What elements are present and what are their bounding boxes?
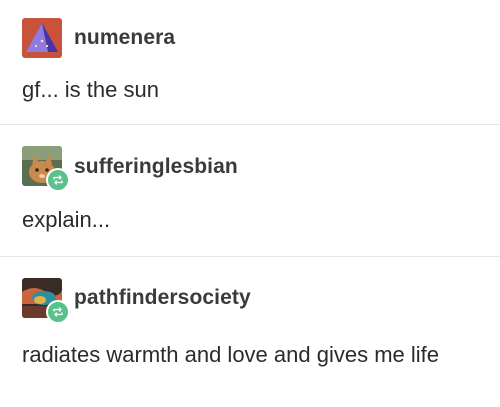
username-numenera[interactable]: numenera <box>74 26 175 50</box>
avatar-numenera[interactable] <box>22 18 62 58</box>
post-text-numenera: gf... is the sun <box>22 77 159 102</box>
username-sufferinglesbian[interactable]: sufferinglesbian <box>74 155 238 179</box>
post-divider <box>0 256 500 257</box>
reblog-badge <box>46 300 70 324</box>
post-text-pathfindersociety: radiates warmth and love and gives me li… <box>22 342 439 367</box>
post-divider <box>0 124 500 125</box>
username-pathfindersociety[interactable]: pathfindersociety <box>74 286 251 310</box>
purple-pyramid-icon <box>22 18 62 58</box>
reblog-icon <box>53 307 63 317</box>
reblog-icon <box>53 175 63 185</box>
post-text-sufferinglesbian: explain... <box>22 207 111 232</box>
reblog-badge <box>46 168 70 192</box>
